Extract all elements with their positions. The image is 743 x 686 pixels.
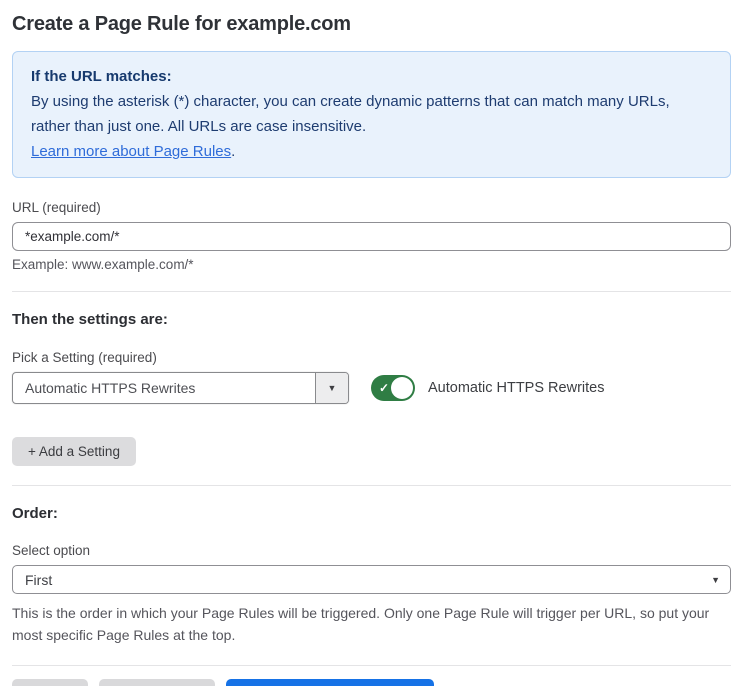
https-rewrites-toggle[interactable]: ✓ <box>371 375 415 401</box>
setting-select[interactable]: Automatic HTTPS Rewrites ▼ <box>12 372 349 404</box>
divider <box>12 291 731 292</box>
footer-actions: Cancel Save as Draft Save and Deploy Pag… <box>12 679 731 686</box>
url-example-helper: Example: www.example.com/* <box>12 257 194 272</box>
order-select-label: Select option <box>12 543 91 558</box>
divider <box>12 485 731 486</box>
create-page-rule-panel: Create a Page Rule for example.com If th… <box>0 0 743 686</box>
order-select[interactable]: First ▼ <box>12 565 731 594</box>
toggle-label: Automatic HTTPS Rewrites <box>428 380 605 396</box>
page-title: Create a Page Rule for example.com <box>12 13 351 35</box>
url-field-label: URL (required) <box>12 200 101 215</box>
setting-select-value: Automatic HTTPS Rewrites <box>25 380 196 396</box>
order-helper-text: This is the order in which your Page Rul… <box>12 605 710 643</box>
save-and-deploy-button[interactable]: Save and Deploy Page Rule <box>226 679 435 686</box>
toggle-knob <box>391 377 413 399</box>
info-box-heading: If the URL matches: <box>31 68 172 85</box>
save-as-draft-button[interactable]: Save as Draft <box>98 679 216 686</box>
chevron-down-icon: ▼ <box>711 574 720 585</box>
check-icon: ✓ <box>379 381 390 395</box>
chevron-down-icon: ▼ <box>327 383 337 393</box>
info-box-link-line: Learn more about Page Rules. <box>31 139 712 164</box>
url-match-info-box: If the URL matches: By using the asteris… <box>12 51 731 178</box>
learn-more-link[interactable]: Learn more about Page Rules <box>31 143 231 160</box>
order-select-value: First <box>25 571 53 588</box>
pick-setting-label: Pick a Setting (required) <box>12 350 157 365</box>
settings-section-heading: Then the settings are: <box>12 311 168 328</box>
setting-select-arrow-button[interactable]: ▼ <box>315 373 348 403</box>
setting-picker-row: Automatic HTTPS Rewrites ▼ ✓ Automatic H… <box>12 372 731 404</box>
add-setting-button[interactable]: + Add a Setting <box>12 437 136 466</box>
info-box-body: By using the asterisk (*) character, you… <box>31 93 670 135</box>
https-rewrites-toggle-group: ✓ Automatic HTTPS Rewrites <box>371 375 604 401</box>
link-period: . <box>231 143 236 160</box>
divider <box>12 665 731 666</box>
url-input[interactable] <box>12 222 731 251</box>
order-section-heading: Order: <box>12 505 58 522</box>
cancel-button[interactable]: Cancel <box>12 679 88 686</box>
